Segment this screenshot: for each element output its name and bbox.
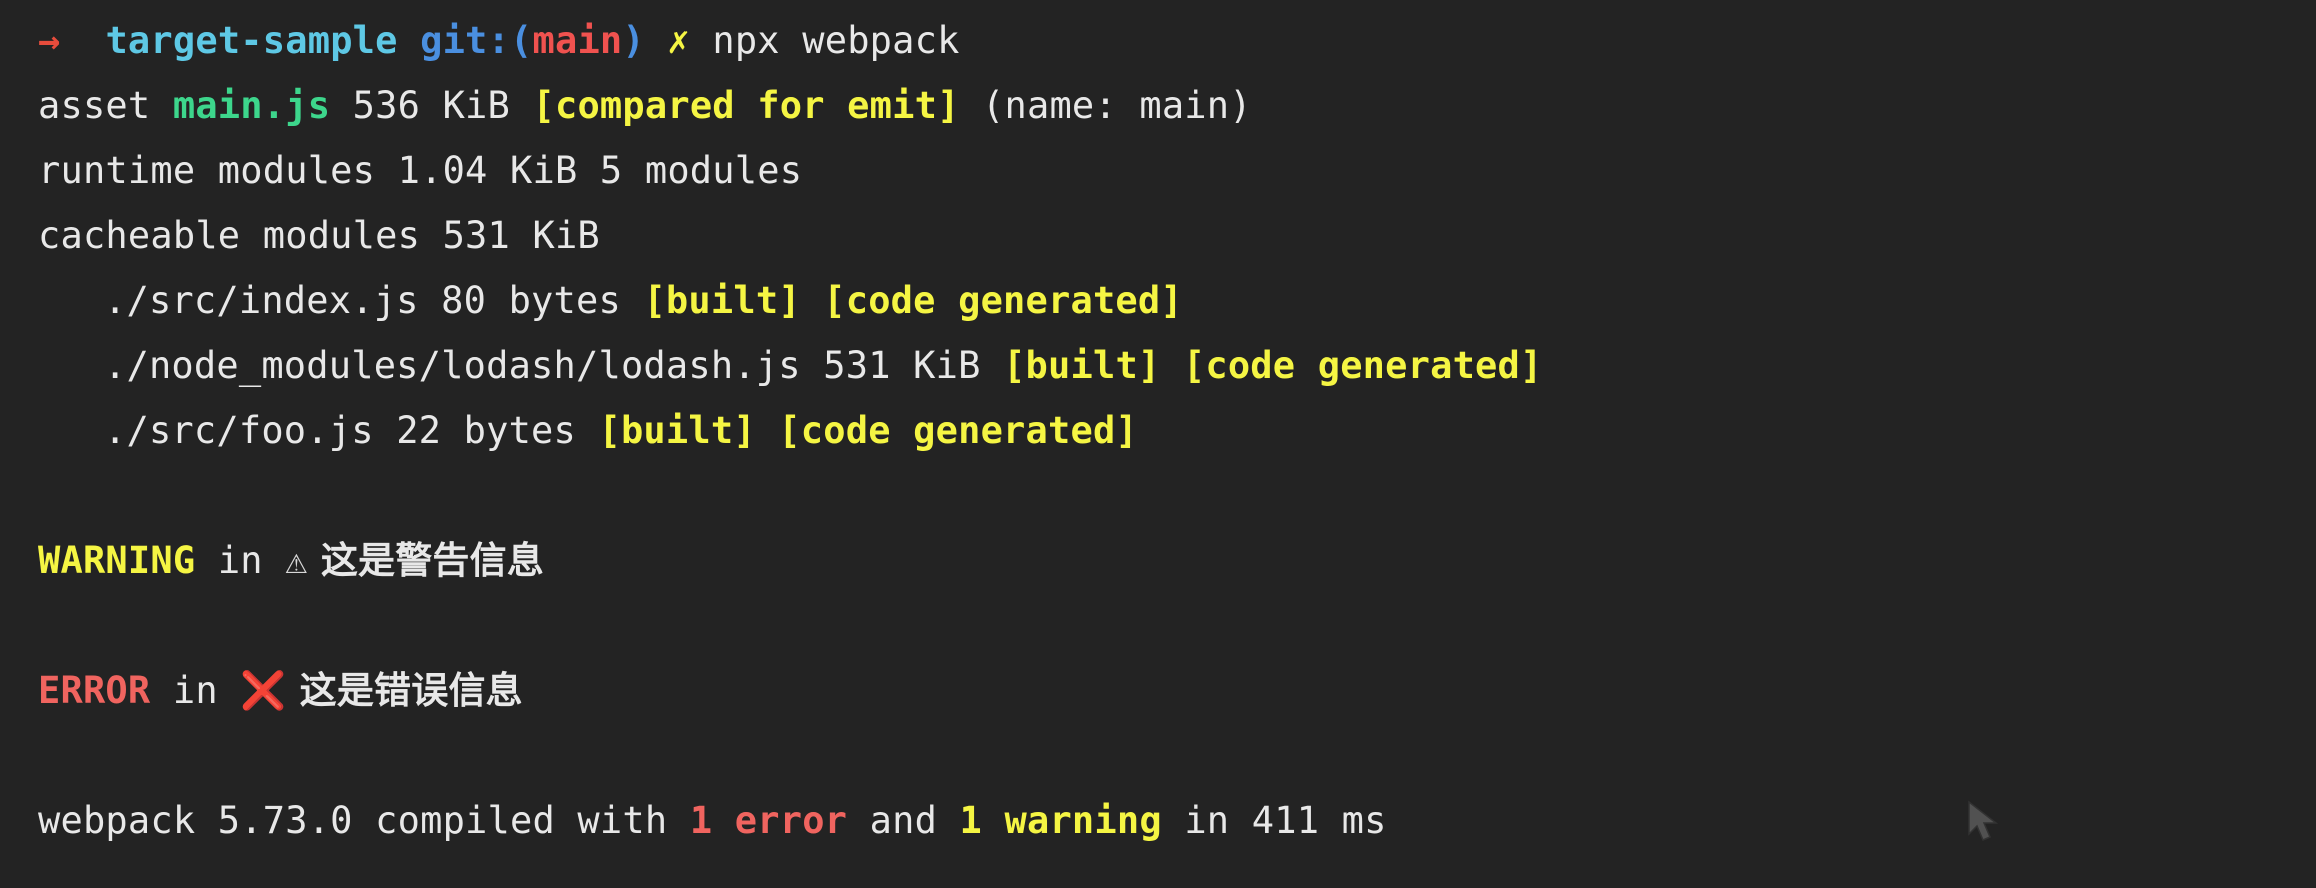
prompt-arrow-icon: →	[38, 19, 61, 62]
prompt-space-3	[645, 19, 667, 62]
module-path: ./node_modules/lodash/lodash.js	[104, 344, 801, 387]
runtime-modules-text: runtime modules 1.04 KiB 5 modules	[38, 149, 803, 192]
error-cross-icon: ❌	[240, 669, 287, 712]
asset-label: asset	[38, 84, 173, 127]
module-tags: [built] [code generated]	[598, 409, 1138, 452]
asset-size: 536 KiB	[330, 84, 533, 127]
asset-emit-tag: [compared for emit]	[532, 84, 960, 127]
summary-joiner: and	[847, 799, 960, 842]
module-size: 22 bytes	[373, 409, 599, 452]
error-in: in	[150, 669, 241, 712]
module-path: ./src/index.js	[104, 279, 419, 322]
prompt-line: → target-sample git:(main) ✗ npx webpack	[38, 8, 2316, 73]
prompt-space-1	[60, 19, 105, 62]
prompt-git-open: git:(	[420, 19, 533, 62]
summary-prefix: webpack 5.73.0 compiled with	[38, 799, 690, 842]
error-message: 这是错误信息	[286, 669, 523, 712]
module-size: 80 bytes	[418, 279, 644, 322]
prompt-space-4	[690, 19, 712, 62]
warning-message: 这是警告信息	[307, 539, 545, 582]
warning-line: WARNING in ⚠ 这是警告信息	[38, 528, 2316, 593]
module-line: ./node_modules/lodash/lodash.js 531 KiB …	[38, 333, 2316, 398]
warning-triangle-icon: ⚠	[285, 539, 308, 582]
summary-warning-count: 1 warning	[959, 799, 1162, 842]
module-line: ./src/foo.js 22 bytes [built] [code gene…	[38, 398, 2316, 463]
cacheable-modules-text: cacheable modules 531 KiB	[38, 214, 600, 257]
error-keyword: ERROR	[38, 669, 151, 712]
prompt-git-branch: main	[532, 19, 623, 62]
module-size: 531 KiB	[800, 344, 1004, 387]
asset-suffix: (name: main)	[959, 84, 1252, 127]
module-path: ./src/foo.js	[104, 409, 374, 452]
summary-line: webpack 5.73.0 compiled with 1 error and…	[38, 788, 2316, 853]
prompt-directory: target-sample	[105, 19, 398, 62]
warning-in: in	[195, 539, 286, 582]
prompt-command: npx webpack	[712, 19, 960, 62]
prompt-space-2	[398, 19, 420, 62]
module-tags: [built] [code generated]	[643, 279, 1183, 322]
prompt-status-mark-icon: ✗	[667, 19, 690, 62]
cacheable-modules-line: cacheable modules 531 KiB	[38, 203, 2316, 268]
module-line: ./src/index.js 80 bytes [built] [code ge…	[38, 268, 2316, 333]
prompt-git-close: )	[622, 19, 645, 62]
terminal-window[interactable]: → target-sample git:(main) ✗ npx webpack…	[0, 0, 2316, 888]
summary-error-count: 1 error	[689, 799, 848, 842]
runtime-modules-line: runtime modules 1.04 KiB 5 modules	[38, 138, 2316, 203]
summary-suffix: in 411 ms	[1161, 799, 1387, 842]
module-tags: [built] [code generated]	[1003, 344, 1543, 387]
asset-name: main.js	[172, 84, 331, 127]
warning-keyword: WARNING	[38, 539, 196, 582]
asset-line: asset main.js 536 KiB [compared for emit…	[38, 73, 2316, 138]
error-line: ERROR in ❌ 这是错误信息	[38, 658, 2316, 723]
